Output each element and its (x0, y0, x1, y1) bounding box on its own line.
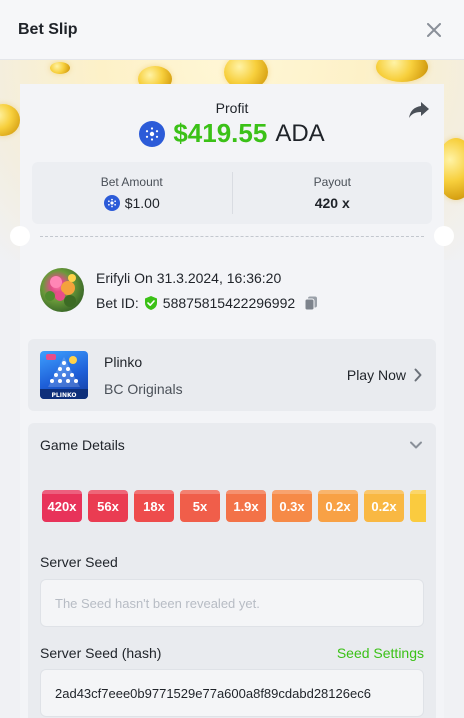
payout-label: Payout (313, 175, 351, 189)
game-name: Plinko (104, 354, 143, 370)
ticket-notch-left (10, 226, 30, 246)
thumb-label: PLINKO (52, 392, 77, 399)
game-details-section: Game Details 420x 56x 18x 5x 1.9x 0.3x 0.2x 0.2… (28, 423, 436, 718)
multiplier-chip: 420x (42, 490, 82, 522)
payout-value: 420 x (314, 195, 350, 211)
chevron-right-icon (414, 368, 422, 382)
bet-amount-label: Bet Amount (100, 175, 163, 189)
bet-id-value: 58875815422296992 (162, 295, 296, 311)
chevron-down-icon (410, 441, 422, 449)
ticket-separator (10, 224, 454, 248)
ada-coin-icon (103, 195, 120, 211)
bet-slip-header: Bet Slip (0, 0, 464, 60)
share-icon (409, 102, 429, 118)
server-seed-label: Server Seed (40, 554, 118, 570)
profit-section: Profit $419.55 ADA Bet Amount $1.00 Payo… (20, 84, 444, 236)
bet-stats: Bet Amount $1.00 Payout 420 x (32, 162, 432, 224)
close-button[interactable] (422, 18, 446, 42)
bet-amount-value: $1.00 (124, 195, 160, 211)
bettor-info: Erifyli On 31.3.2024, 16:36:20 Bet ID: 5… (40, 268, 430, 316)
multiplier-chip: 18x (134, 490, 174, 522)
game-provider: BC Originals (104, 381, 183, 397)
bet-amount-stat: Bet Amount $1.00 (32, 162, 232, 224)
ticket-notch-right (434, 226, 454, 246)
coin-decoration (50, 62, 70, 74)
copy-icon[interactable] (303, 295, 319, 311)
profit-row: $419.55 ADA (20, 118, 444, 149)
coin-decoration (376, 60, 428, 82)
dashed-divider (40, 236, 424, 237)
close-icon (427, 22, 441, 37)
profit-currency: ADA (275, 119, 325, 147)
payout-stat: Payout 420 x (233, 162, 433, 224)
bet-slip-card: Profit $419.55 ADA Bet Amount $1.00 Payo… (10, 84, 454, 718)
multiplier-chip: 5x (180, 490, 220, 522)
server-seed-hash-value: 2ad43cf7eee0b9771529e77a600a8f89cdabd281… (55, 685, 371, 701)
server-seed-field[interactable]: The Seed hasn't been revealed yet. (40, 579, 424, 627)
username[interactable]: Erifyli (96, 270, 130, 286)
server-seed-hash-field[interactable]: 2ad43cf7eee0b9771529e77a600a8f89cdabd281… (40, 669, 424, 717)
page-title: Bet Slip (18, 20, 78, 38)
multiplier-chip: 0 (410, 490, 426, 522)
server-seed-placeholder: The Seed hasn't been revealed yet. (55, 595, 260, 611)
plinko-thumbnail: PLINKO (40, 351, 88, 399)
game-card[interactable]: PLINKO Plinko BC Originals Play Now (28, 339, 436, 411)
multiplier-chip: 1.9x (226, 490, 266, 522)
avatar[interactable] (40, 268, 84, 312)
multiplier-row: 420x56x18x5x1.9x0.3x0.2x0.2x0 (42, 490, 426, 522)
play-now-label: Play Now (346, 367, 406, 383)
ada-coin-icon (139, 120, 166, 147)
shield-check-icon (144, 296, 157, 310)
seed-settings-link[interactable]: Seed Settings (337, 645, 424, 661)
share-button[interactable] (408, 100, 430, 120)
profit-label: Profit (215, 100, 249, 116)
multiplier-chip: 0.2x (318, 490, 358, 522)
multiplier-chip: 0.3x (272, 490, 312, 522)
server-seed-hash-label: Server Seed (hash) (40, 645, 162, 661)
bet-timestamp: On 31.3.2024, 16:36:20 (134, 270, 282, 286)
bet-id-line: Bet ID: 58875815422296992 (96, 295, 319, 311)
collapse-toggle[interactable] (408, 437, 424, 453)
bet-amount-value-row: $1.00 (103, 195, 160, 211)
game-details-title: Game Details (40, 437, 125, 453)
profit-amount: $419.55 (173, 118, 268, 148)
coin-decoration (0, 104, 20, 136)
multiplier-chip: 56x (88, 490, 128, 522)
bettor-line: Erifyli On 31.3.2024, 16:36:20 (96, 270, 281, 286)
multiplier-chip: 0.2x (364, 490, 404, 522)
bet-id-label: Bet ID: (96, 295, 139, 311)
play-now-button[interactable]: Play Now (347, 367, 422, 383)
